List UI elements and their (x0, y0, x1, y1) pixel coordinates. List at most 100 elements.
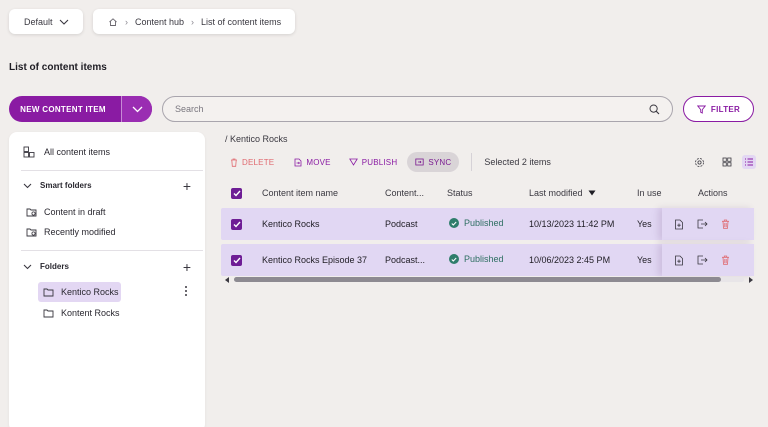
divider (471, 153, 473, 171)
sort-descending-icon (588, 190, 596, 196)
scroll-right-icon[interactable] (749, 276, 753, 283)
column-header-status[interactable]: Status (447, 188, 473, 198)
smart-folder-icon (26, 208, 37, 217)
smart-folders-heading: Smart folders (40, 181, 92, 190)
delete-label: DELETE (242, 157, 275, 167)
folder-icon (43, 309, 54, 317)
table-row[interactable]: Kentico Rocks Episode 37 Podcast... Publ… (221, 244, 754, 276)
content-items-table: Content item name Content... Status Last… (221, 182, 754, 276)
sync-button[interactable]: SYNC (407, 152, 460, 172)
sidebar-item-recently-modified[interactable]: Recently modified (26, 227, 116, 237)
chevron-down-icon (23, 183, 32, 188)
horizontal-scrollbar[interactable] (224, 275, 754, 284)
folder-icon (43, 288, 54, 296)
published-check-icon (449, 218, 459, 228)
filter-icon (696, 105, 706, 114)
settings-gear-icon[interactable] (692, 155, 706, 169)
row-actions (662, 208, 754, 240)
view-options (692, 155, 756, 169)
folders-toggle[interactable]: Folders (23, 262, 69, 271)
move-label: MOVE (306, 157, 331, 167)
page-title: List of content items (9, 62, 107, 73)
column-header-name[interactable]: Content item name (262, 188, 338, 198)
column-header-in-use[interactable]: In use (637, 188, 662, 198)
list-view-icon[interactable] (742, 155, 756, 169)
row-checkbox[interactable] (231, 219, 242, 230)
trash-icon[interactable] (721, 255, 730, 265)
sidebar-item-kentico-rocks[interactable]: Kentico Rocks (43, 287, 119, 297)
move-button[interactable]: MOVE (286, 152, 338, 172)
smart-folders-toggle[interactable]: Smart folders (23, 181, 92, 190)
table-row[interactable]: Kentico Rocks Podcast Published 10/13/20… (221, 208, 754, 240)
top-bar: Default › Content hub › List of content … (9, 9, 295, 34)
add-folder-icon[interactable]: + (183, 260, 191, 274)
divider (21, 170, 203, 171)
table-header: Content item name Content... Status Last… (221, 182, 754, 204)
new-content-item-button[interactable]: NEW CONTENT ITEM (9, 96, 152, 122)
publish-label: PUBLISH (361, 157, 398, 167)
sidebar: All content items Smart folders + Conten… (9, 132, 205, 427)
new-item-dropdown-button[interactable] (121, 96, 152, 122)
sidebar-item-label: Recently modified (44, 227, 116, 237)
search-input[interactable] (175, 104, 615, 114)
sync-icon (415, 158, 424, 166)
row-checkbox[interactable] (231, 255, 242, 266)
trash-icon[interactable] (721, 219, 730, 229)
new-content-item-label[interactable]: NEW CONTENT ITEM (9, 96, 121, 122)
column-header-last-modified[interactable]: Last modified (529, 188, 596, 198)
grid-view-icon[interactable] (720, 155, 734, 169)
item-last-modified: 10/06/2023 2:45 PM (529, 255, 611, 265)
filter-button[interactable]: FILTER (683, 96, 754, 122)
add-smart-folder-icon[interactable]: + (183, 179, 191, 193)
sync-label: SYNC (428, 157, 452, 167)
search-bar[interactable] (162, 96, 673, 122)
breadcrumb-separator: › (125, 16, 128, 27)
folders-heading: Folders (40, 262, 69, 271)
bulk-toolbar: DELETE MOVE PUBLISH SYNC Selected 2 item… (222, 152, 756, 172)
item-in-use: Yes (637, 255, 652, 265)
more-options-icon[interactable] (185, 286, 187, 296)
delete-button[interactable]: DELETE (222, 152, 282, 172)
item-name[interactable]: Kentico Rocks (262, 219, 320, 229)
item-in-use: Yes (637, 219, 652, 229)
sidebar-item-label: Kentico Rocks (61, 287, 119, 297)
row-actions (662, 244, 754, 276)
item-content-type: Podcast... (385, 255, 426, 265)
select-all-checkbox[interactable] (231, 187, 242, 199)
new-version-icon[interactable] (674, 255, 684, 266)
content-items-icon (23, 146, 35, 158)
scroll-left-icon[interactable] (225, 276, 229, 283)
breadcrumb-content-hub[interactable]: Content hub (135, 17, 184, 27)
status-label: Published (464, 218, 504, 228)
divider (21, 250, 203, 251)
trash-icon (231, 158, 237, 167)
export-icon[interactable] (697, 219, 708, 229)
channel-selector[interactable]: Default (9, 9, 83, 34)
new-version-icon[interactable] (674, 219, 684, 230)
home-icon[interactable] (108, 17, 118, 27)
selection-count: Selected 2 items (484, 157, 551, 167)
column-header-label: Last modified (529, 188, 583, 198)
channel-label: Default (24, 16, 53, 27)
folder-path: / Kentico Rocks (225, 134, 288, 144)
status-badge: Published (449, 218, 504, 228)
sidebar-item-content-in-draft[interactable]: Content in draft (26, 207, 106, 217)
item-content-type: Podcast (385, 219, 418, 229)
smart-folder-icon (26, 228, 37, 237)
sidebar-item-kontent-rocks[interactable]: Kontent Rocks (43, 308, 120, 318)
status-badge: Published (449, 254, 504, 264)
column-header-content-type[interactable]: Content... (385, 188, 424, 198)
item-name[interactable]: Kentico Rocks Episode 37 (262, 255, 367, 265)
publish-icon (348, 158, 358, 166)
export-icon[interactable] (697, 255, 708, 265)
sidebar-item-all-content[interactable]: All content items (23, 146, 110, 158)
sidebar-item-label: Kontent Rocks (61, 308, 120, 318)
publish-button[interactable]: PUBLISH (341, 152, 406, 172)
chevron-down-icon (59, 19, 69, 25)
search-icon[interactable] (649, 104, 660, 115)
scroll-thumb[interactable] (234, 277, 721, 282)
breadcrumb-separator: › (191, 16, 195, 27)
move-icon (294, 158, 302, 166)
breadcrumb: › Content hub › List of content items (93, 9, 295, 34)
chevron-down-icon (132, 106, 142, 112)
